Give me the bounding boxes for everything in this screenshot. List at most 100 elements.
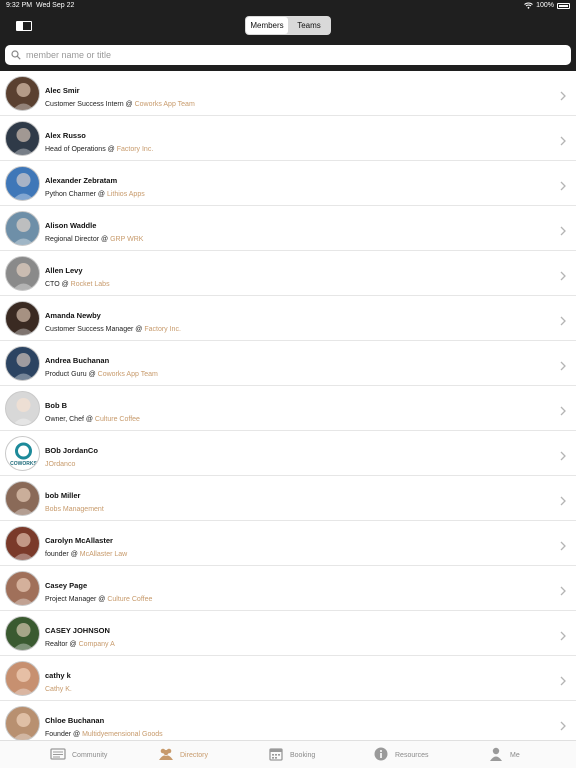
member-name: Alex Russo	[45, 131, 86, 140]
member-list: Alec Smir Customer Success Intern @ Cowor…	[0, 71, 576, 740]
member-company[interactable]: Culture Coffee	[95, 416, 140, 423]
chevron-right-icon	[559, 583, 567, 596]
member-company[interactable]: Lithios Apps	[107, 191, 145, 198]
member-subtitle: Python Charmer @ Lithios Apps	[45, 191, 145, 198]
member-subtitle: Owner, Chef @ Culture Coffee	[45, 416, 140, 423]
member-row[interactable]: Alec Smir Customer Success Intern @ Cowor…	[0, 71, 576, 116]
member-title: founder	[45, 551, 69, 558]
member-row[interactable]: Carolyn McAllaster founder @ McAllaster L…	[0, 521, 576, 566]
member-row[interactable]: Alex Russo Head of Operations @ Factory I…	[0, 116, 576, 161]
member-name: Casey Page	[45, 581, 88, 590]
avatar	[5, 256, 40, 291]
member-company[interactable]: Factory Inc.	[144, 326, 181, 333]
avatar	[5, 571, 40, 606]
status-bar: 9:32 PM Wed Sep 22 100%	[0, 0, 576, 14]
member-row[interactable]: Andrea Buchanan Product Guru @ Coworks Ap…	[0, 341, 576, 386]
directory-icon	[158, 747, 174, 763]
top-bar: 9:32 PM Wed Sep 22 100% Members Teams	[0, 0, 576, 71]
member-subtitle: founder @ McAllaster Law	[45, 551, 127, 558]
segment-members[interactable]: Members	[246, 17, 288, 34]
avatar	[5, 76, 40, 111]
member-company[interactable]: Coworks App Team	[135, 101, 195, 108]
member-name: CASEY JOHNSON	[45, 626, 110, 635]
member-row[interactable]: COWORKS BOb JordanCo JOrdanco	[0, 431, 576, 476]
at-separator: @	[86, 371, 98, 378]
member-row[interactable]: Alison Waddle Regional Director @ GRP WRK	[0, 206, 576, 251]
tab-me[interactable]: Me	[488, 746, 520, 764]
at-separator: @	[83, 416, 95, 423]
member-row[interactable]: bob Miller Bobs Management	[0, 476, 576, 521]
calendar-icon	[268, 747, 284, 763]
member-name: Bob B	[45, 401, 68, 410]
avatar	[5, 661, 40, 696]
member-subtitle: Project Manager @ Culture Coffee	[45, 596, 152, 603]
member-company[interactable]: Factory Inc.	[117, 146, 154, 153]
search-bar[interactable]	[5, 45, 571, 65]
member-row[interactable]: Alexander Zebratam Python Charmer @ Lithi…	[0, 161, 576, 206]
at-separator: @	[105, 146, 117, 153]
member-subtitle: JOrdanco	[45, 461, 75, 468]
member-company[interactable]: Bobs Management	[45, 506, 104, 513]
avatar	[5, 301, 40, 336]
member-company[interactable]: Culture Coffee	[107, 596, 152, 603]
member-subtitle: Customer Success Manager @ Factory Inc.	[45, 326, 181, 333]
member-name: Alec Smir	[45, 86, 80, 95]
member-subtitle: Regional Director @ GRP WRK	[45, 236, 143, 243]
member-row[interactable]: cathy k Cathy K.	[0, 656, 576, 701]
at-separator: @	[71, 731, 83, 738]
member-company[interactable]: Multidyemensional Goods	[82, 731, 163, 738]
member-subtitle: Head of Operations @ Factory Inc.	[45, 146, 153, 153]
member-subtitle: Bobs Management	[45, 506, 104, 513]
member-company[interactable]: JOrdanco	[45, 461, 75, 468]
chevron-right-icon	[559, 448, 567, 461]
info-icon	[373, 747, 389, 763]
tab-resources[interactable]: Resources	[373, 746, 428, 764]
tab-booking[interactable]: Booking	[268, 746, 315, 764]
member-row[interactable]: Allen Levy CTO @ Rocket Labs	[0, 251, 576, 296]
avatar	[5, 391, 40, 426]
avatar	[5, 706, 40, 740]
avatar	[5, 211, 40, 246]
member-name: bob Miller	[45, 491, 81, 500]
member-name: Andrea Buchanan	[45, 356, 110, 365]
member-company[interactable]: McAllaster Law	[80, 551, 127, 558]
member-company[interactable]: Company A	[79, 641, 115, 648]
member-title: Regional Director	[45, 236, 100, 243]
at-separator: @	[68, 551, 80, 558]
member-company[interactable]: Coworks App Team	[98, 371, 158, 378]
community-icon	[50, 747, 66, 763]
member-row[interactable]: Bob B Owner, Chef @ Culture Coffee	[0, 386, 576, 431]
member-title: Head of Operations	[45, 146, 106, 153]
member-row[interactable]: Chloe Buchanan Founder @ Multidyemensiona…	[0, 701, 576, 740]
chevron-right-icon	[559, 268, 567, 281]
member-company[interactable]: Rocket Labs	[71, 281, 110, 288]
chevron-right-icon	[559, 718, 567, 731]
status-right: 100%	[524, 2, 570, 9]
member-subtitle: Product Guru @ Coworks App Team	[45, 371, 158, 378]
at-separator: @	[95, 191, 107, 198]
member-subtitle: Realtor @ Company A	[45, 641, 115, 648]
chevron-right-icon	[559, 673, 567, 686]
member-row[interactable]: Casey Page Project Manager @ Culture Coff…	[0, 566, 576, 611]
segment-teams[interactable]: Teams	[288, 17, 330, 34]
chevron-right-icon	[559, 628, 567, 641]
wifi-icon	[524, 2, 533, 9]
member-subtitle: CTO @ Rocket Labs	[45, 281, 110, 288]
tab-label: Community	[72, 751, 108, 759]
sidebar-toggle-icon[interactable]	[16, 21, 32, 31]
member-company[interactable]: Cathy K.	[45, 686, 72, 693]
search-icon	[11, 50, 21, 60]
chevron-right-icon	[559, 223, 567, 236]
chevron-right-icon	[559, 538, 567, 551]
member-name: Allen Levy	[45, 266, 83, 275]
chevron-right-icon	[559, 403, 567, 416]
member-company[interactable]: GRP WRK	[110, 236, 143, 243]
person-icon	[488, 747, 504, 763]
member-row[interactable]: Amanda Newby Customer Success Manager @ F…	[0, 296, 576, 341]
search-input[interactable]	[26, 50, 526, 60]
tab-directory[interactable]: Directory	[158, 746, 208, 764]
at-separator: @	[123, 101, 135, 108]
tab-community[interactable]: Community	[50, 746, 107, 764]
member-row[interactable]: CASEY JOHNSON Realtor @ Company A	[0, 611, 576, 656]
member-title: Customer Success Intern	[45, 101, 124, 108]
